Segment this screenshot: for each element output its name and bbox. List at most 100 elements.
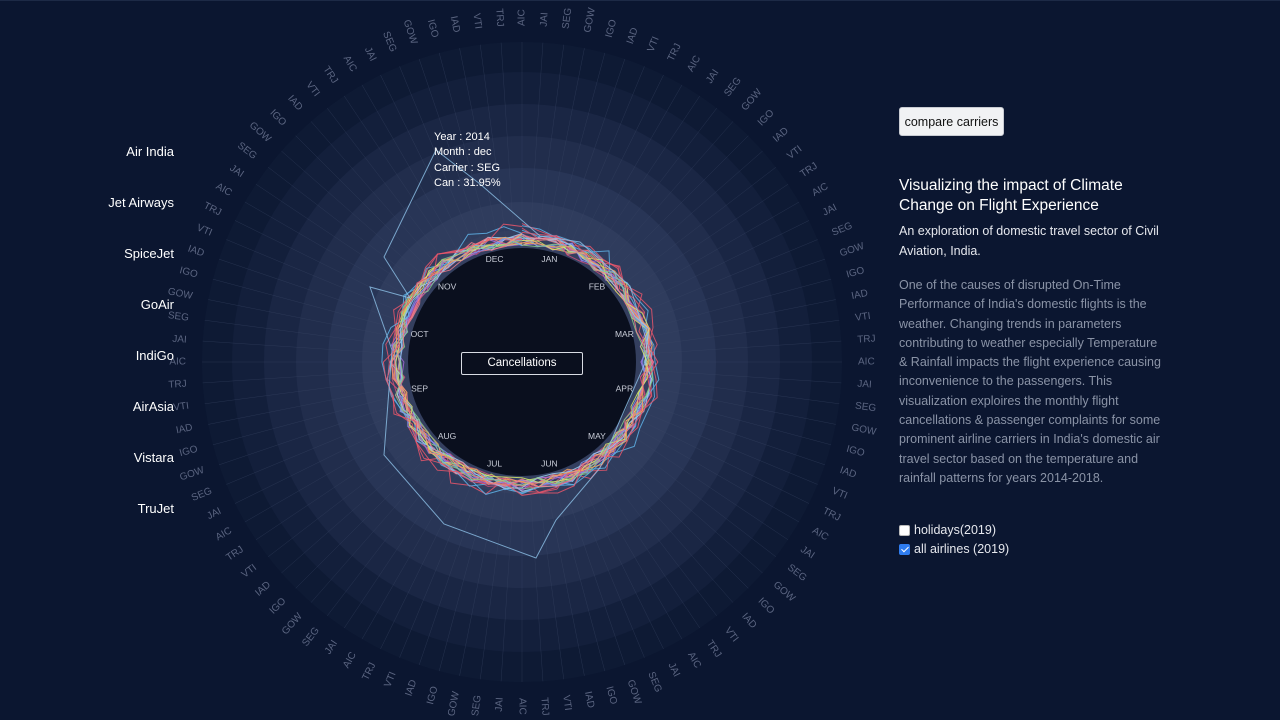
carrier-code-label: VTI <box>383 670 399 689</box>
carrier-code-label: GOW <box>582 6 598 33</box>
carrier-code-label: SEG <box>470 694 484 717</box>
carrier-code-label: IAD <box>582 690 596 708</box>
carrier-code-label: TRJ <box>202 200 223 218</box>
month-label: MAY <box>588 431 606 441</box>
carrier-code-label: TRJ <box>821 506 842 524</box>
carrier-goair[interactable]: GoAir <box>141 297 174 312</box>
carrier-code-label: IGO <box>845 444 866 459</box>
month-label: AUG <box>438 431 456 441</box>
carrier-code-label: JAI <box>362 45 378 63</box>
carrier-code-label: IGO <box>604 685 619 706</box>
carrier-code-label: GOW <box>446 690 462 717</box>
carrier-code-label: TRJ <box>666 42 684 63</box>
carrier-code-label: GOW <box>771 580 797 605</box>
carrier-code-label: GOW <box>247 120 273 145</box>
compare-carriers-button[interactable]: compare carriers <box>899 107 1004 136</box>
carrier-code-label: TRJ <box>168 379 187 391</box>
carrier-code-label: IAD <box>625 26 641 45</box>
carrier-code-label: AIC <box>214 525 234 543</box>
month-label: APR <box>616 384 633 394</box>
carrier-code-label: JAI <box>323 638 340 656</box>
carrier-code-label: TRJ <box>320 64 339 85</box>
month-label: JUN <box>541 459 558 469</box>
carrier-code-label: AIC <box>516 698 527 715</box>
carrier-code-label: JAI <box>494 697 506 712</box>
carrier-code-label: IGO <box>267 108 288 129</box>
carrier-code-label: IAD <box>253 580 273 599</box>
carrier-code-label: IGO <box>604 18 619 39</box>
carrier-code-label: JAI <box>205 506 223 522</box>
carrier-code-label: GOW <box>625 678 644 706</box>
panel-subtitle: An exploration of domestic travel sector… <box>899 224 1159 258</box>
carrier-code-label: IGO <box>756 108 777 129</box>
carrier-code-label: TRJ <box>704 638 723 659</box>
month-label: OCT <box>411 329 429 339</box>
all-airlines-label: all airlines (2019) <box>914 542 1010 556</box>
carrier-code-label: VTI <box>646 35 662 54</box>
holidays-checkbox[interactable] <box>899 524 910 536</box>
carrier-code-label: GOW <box>838 241 866 260</box>
carrier-code-label: IAD <box>771 125 791 144</box>
all-airlines-toggle[interactable]: all airlines (2019) <box>899 542 1009 556</box>
carrier-code-label: TRJ <box>493 8 505 27</box>
panel-title: Visualizing the impact of Climate Change… <box>899 177 1123 214</box>
carrier-code-label: AIC <box>685 54 703 74</box>
carrier-code-label: IGO <box>425 685 440 706</box>
carrier-code-label: AIC <box>341 650 359 670</box>
carrier-code-label: SEG <box>722 75 744 99</box>
metric-toggle-button[interactable]: Cancellations <box>461 352 583 375</box>
carrier-code-label: IGO <box>425 18 440 39</box>
carrier-code-label: IAD <box>739 611 758 631</box>
carrier-vistara[interactable]: Vistara <box>134 450 174 465</box>
carrier-code-label: AIC <box>810 181 830 199</box>
carrier-code-label: SEG <box>380 30 398 54</box>
carrier-code-label: AIC <box>341 54 359 74</box>
carrier-code-label: GOW <box>740 87 765 113</box>
carrier-jet-airways[interactable]: Jet Airways <box>108 195 174 210</box>
carrier-code-label: SEG <box>830 220 854 238</box>
carrier-code-label: SEG <box>167 310 190 324</box>
carrier-code-label: SEG <box>235 140 259 162</box>
carrier-code-label: AIC <box>810 525 830 543</box>
carrier-code-label: VTI <box>304 80 322 99</box>
month-label: NOV <box>438 281 457 291</box>
holidays-toggle[interactable]: holidays(2019) <box>899 523 996 537</box>
carrier-code-label: VTI <box>195 223 214 239</box>
carrier-code-label: AIC <box>214 181 234 199</box>
carrier-code-label: SEG <box>645 670 663 694</box>
carrier-code-label: SEG <box>785 562 809 584</box>
holidays-label: holidays(2019) <box>914 523 996 537</box>
carrier-code-label: IAD <box>175 422 193 436</box>
carrier-code-label: IAD <box>285 93 304 113</box>
carrier-code-label: VTI <box>722 625 740 644</box>
all-airlines-checkbox[interactable] <box>899 543 910 555</box>
carrier-code-label: VTI <box>173 401 190 414</box>
carrier-code-label: IGO <box>756 596 777 617</box>
carrier-code-label: TRJ <box>538 697 550 716</box>
carrier-code-label: SEG <box>561 7 575 30</box>
carrier-code-label: VTI <box>560 694 573 711</box>
carrier-code-label: JAI <box>798 544 816 561</box>
carrier-code-label: VTI <box>785 144 804 162</box>
carrier-code-label: JAI <box>539 12 551 27</box>
carrier-code-label: AIC <box>517 9 528 26</box>
carrier-code-label: GOW <box>178 465 206 484</box>
panel-description: One of the causes of disrupted On-Time P… <box>899 278 1161 485</box>
carrier-code-label: JAI <box>704 68 721 86</box>
carrier-code-label: VTI <box>471 13 484 30</box>
carrier-code-label: IAD <box>448 15 462 33</box>
carrier-code-label: GOW <box>280 611 305 637</box>
carrier-code-label: IGO <box>178 444 199 459</box>
info-panel: Visualizing the impact of Climate Change… <box>899 176 1169 488</box>
carrier-code-label: IGO <box>845 265 866 280</box>
carrier-trujet[interactable]: TruJet <box>138 501 174 516</box>
carrier-code-label: TRJ <box>857 333 876 345</box>
carrier-code-label: VTI <box>830 486 849 502</box>
carrier-airasia[interactable]: AirAsia <box>133 399 174 414</box>
carrier-indigo[interactable]: IndiGo <box>136 348 174 363</box>
carrier-spicejet[interactable]: SpiceJet <box>124 246 174 261</box>
carrier-code-label: IGO <box>178 265 199 280</box>
carrier-code-label: VTI <box>240 562 259 580</box>
month-label: JAN <box>541 254 557 264</box>
carrier-air-india[interactable]: Air India <box>126 144 174 159</box>
